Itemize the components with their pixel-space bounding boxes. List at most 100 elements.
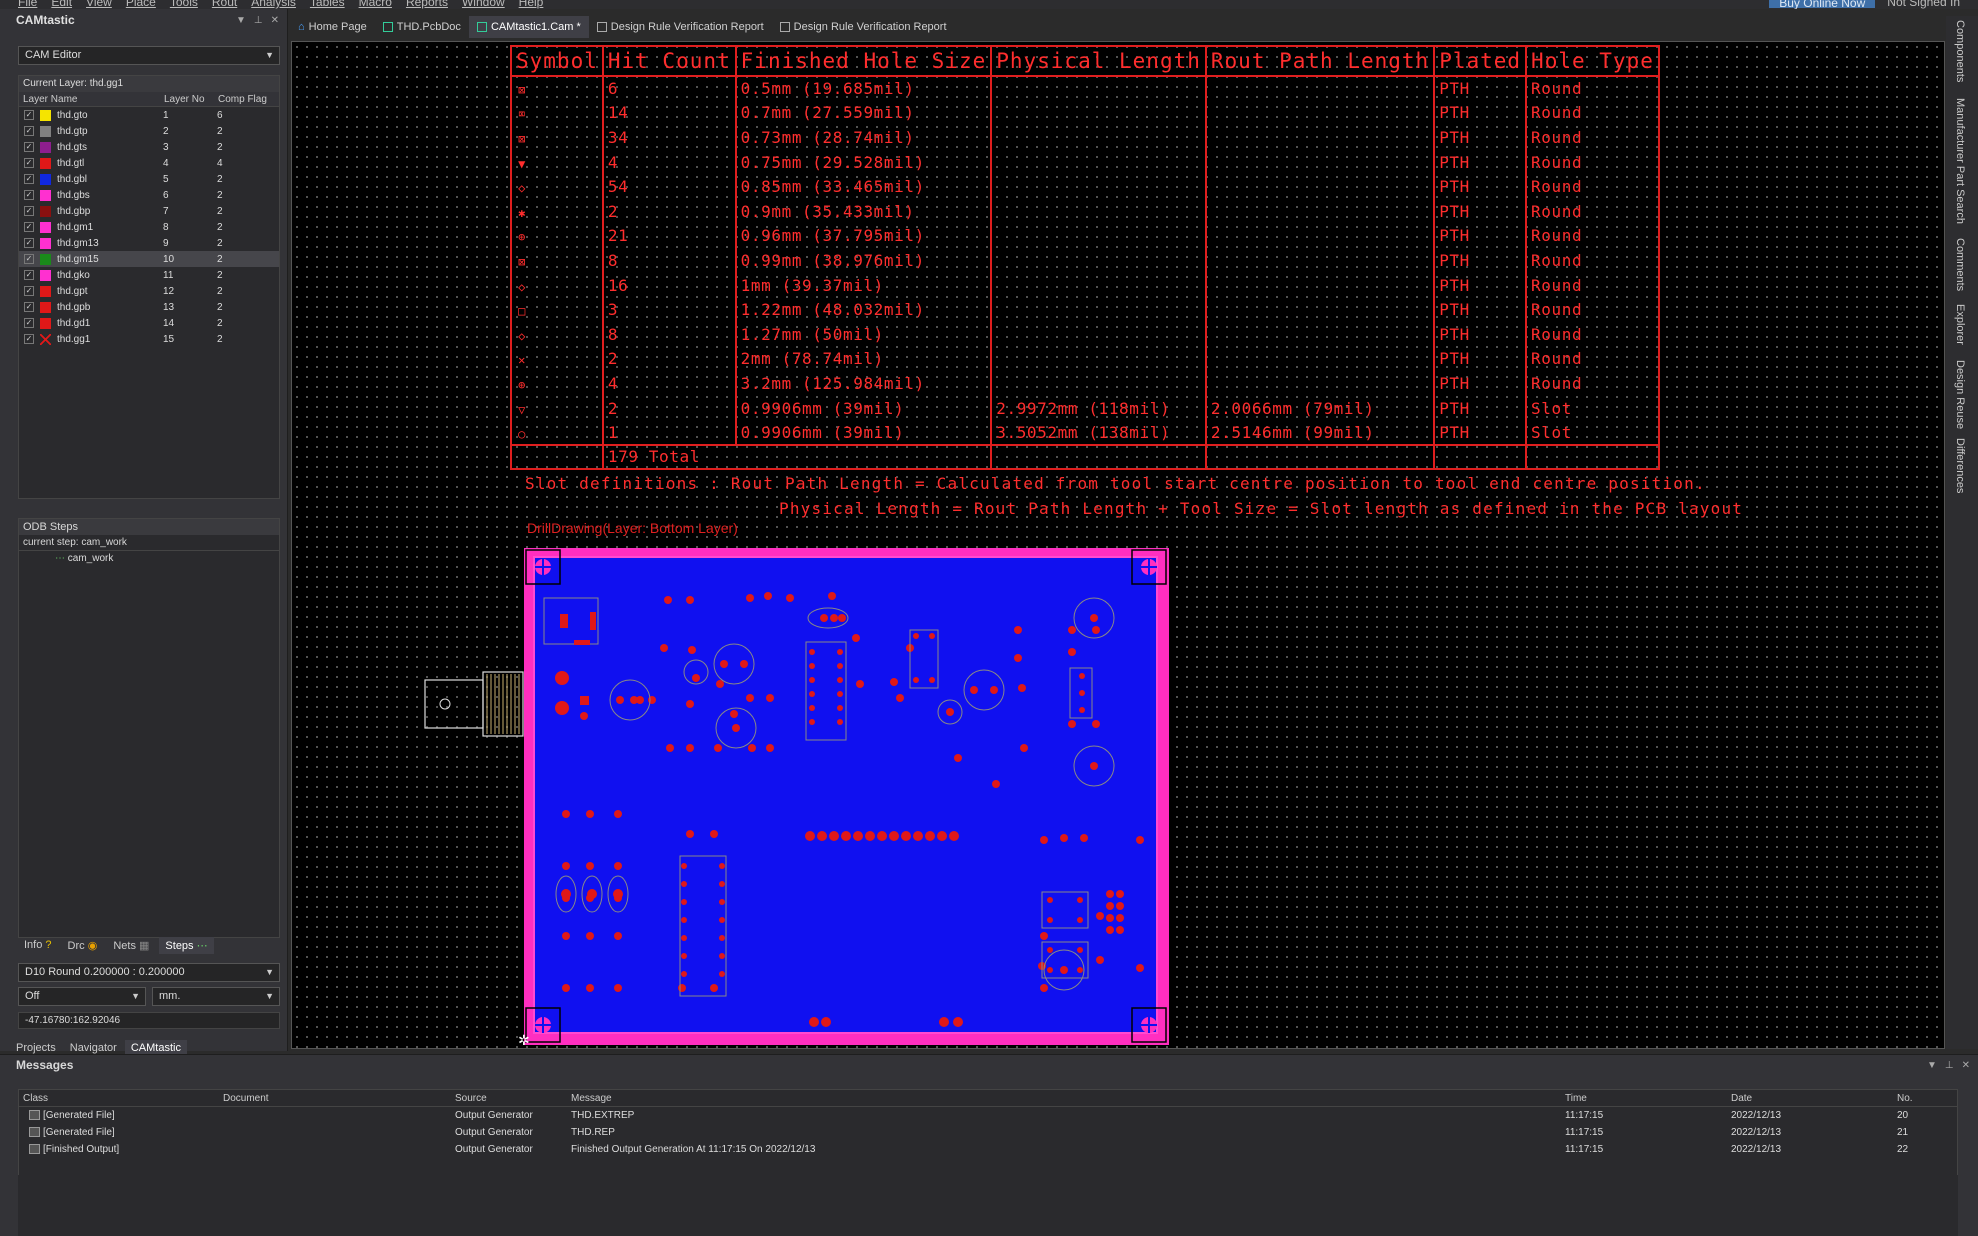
snap-select[interactable]: Off ▼	[18, 987, 146, 1006]
layer-row[interactable]: ✓ thd.gko 11 2	[19, 267, 279, 283]
layer-row[interactable]: ✓ thd.gg1 15 2	[19, 331, 279, 347]
layer-row[interactable]: ✓ thd.gpb 13 2	[19, 299, 279, 315]
layer-row[interactable]: ✓ thd.gtp 2 2	[19, 123, 279, 139]
tab-info[interactable]: Info ?	[18, 937, 58, 954]
menu-item-file[interactable]: File	[18, 0, 37, 9]
message-row[interactable]: [Generated File] Output Generator THD.EXTR…	[19, 1107, 1957, 1124]
pin-icon[interactable]: ⊥	[1945, 1055, 1954, 1076]
tab-drc[interactable]: Drc ◉	[62, 937, 104, 954]
layer-visibility-checkbox[interactable]: ✓	[24, 222, 34, 232]
tab-steps[interactable]: Steps ⋯	[159, 937, 214, 954]
layer-visibility-checkbox[interactable]: ✓	[24, 286, 34, 296]
buy-online-button[interactable]: Buy Online Now	[1769, 0, 1876, 9]
tab-camtastic-doc[interactable]: CAMtastic1.Cam *	[468, 16, 589, 38]
aperture-select[interactable]: D10 Round 0.200000 : 0.200000 ▼	[18, 963, 280, 982]
menu-item-analysis[interactable]: Analysis	[251, 0, 296, 9]
layer-row[interactable]: ✓ thd.gm15 10 2	[19, 251, 279, 267]
layer-visibility-checkbox[interactable]: ✓	[24, 126, 34, 136]
layer-color-swatch[interactable]	[40, 317, 51, 329]
layer-row[interactable]: ✓ thd.gd1 14 2	[19, 315, 279, 331]
side-tab-components[interactable]: Components	[1954, 20, 1966, 82]
col-time[interactable]: Time	[1561, 1090, 1727, 1106]
col-class[interactable]: Class	[19, 1090, 219, 1106]
col-message[interactable]: Message	[567, 1090, 1561, 1106]
layer-row[interactable]: ✓ thd.gm1 8 2	[19, 219, 279, 235]
tab-drc-report-2[interactable]: Design Rule Verification Report	[772, 16, 955, 38]
layer-color-swatch[interactable]	[40, 109, 51, 121]
layer-visibility-checkbox[interactable]: ✓	[24, 174, 34, 184]
menu-item-reports[interactable]: Reports	[406, 0, 448, 9]
side-tab-manufacturer-part-search[interactable]: Manufacturer Part Search	[1954, 98, 1966, 224]
col-layer-name[interactable]: Layer Name	[19, 92, 164, 106]
layer-row[interactable]: ✓ thd.gbs 6 2	[19, 187, 279, 203]
layer-visibility-checkbox[interactable]: ✓	[24, 142, 34, 152]
close-icon[interactable]: ✕	[271, 15, 279, 26]
close-icon[interactable]: ✕	[1962, 1055, 1970, 1076]
layer-visibility-checkbox[interactable]: ✓	[24, 254, 34, 264]
layer-row[interactable]: ✓ thd.gm13 9 2	[19, 235, 279, 251]
menu-item-rout[interactable]: Rout	[212, 0, 237, 9]
menu-item-window[interactable]: Window	[462, 0, 505, 9]
layer-visibility-checkbox[interactable]: ✓	[24, 158, 34, 168]
panel-menu-icon[interactable]: ▼	[1927, 1055, 1937, 1076]
tab-pcbdoc[interactable]: THD.PcbDoc	[375, 16, 469, 38]
layer-row[interactable]: ✓ thd.gto 1 6	[19, 107, 279, 123]
col-date[interactable]: Date	[1727, 1090, 1893, 1106]
layer-visibility-checkbox[interactable]: ✓	[24, 302, 34, 312]
side-tab-explorer[interactable]: Explorer	[1954, 304, 1966, 345]
layer-color-swatch[interactable]	[40, 333, 51, 345]
col-layer-no[interactable]: Layer No	[164, 92, 218, 106]
menu-item-place[interactable]: Place	[126, 0, 156, 9]
layer-color-swatch[interactable]	[40, 205, 51, 217]
units-select[interactable]: mm. ▼	[152, 987, 280, 1006]
menu-item-macro[interactable]: Macro	[359, 0, 392, 9]
menu-item-view[interactable]: View	[86, 0, 112, 9]
layer-row[interactable]: ✓ thd.gtl 4 4	[19, 155, 279, 171]
layer-row[interactable]: ✓ thd.gpt 12 2	[19, 283, 279, 299]
layer-color-swatch[interactable]	[40, 141, 51, 153]
col-comp-flag[interactable]: Comp Flag	[218, 92, 278, 106]
cam-canvas[interactable]: Symbol Hit Count Finished Hole Size Physica…	[291, 41, 1945, 1049]
layer-color-swatch[interactable]	[40, 301, 51, 313]
layer-visibility-checkbox[interactable]: ✓	[24, 110, 34, 120]
layer-color-swatch[interactable]	[40, 221, 51, 233]
tab-home-page[interactable]: ⌂ Home Page	[290, 16, 375, 38]
layer-visibility-checkbox[interactable]: ✓	[24, 206, 34, 216]
layer-row[interactable]: ✓ thd.gbp 7 2	[19, 203, 279, 219]
menu-item-edit[interactable]: Edit	[51, 0, 72, 9]
layer-visibility-checkbox[interactable]: ✓	[24, 238, 34, 248]
pcb-board[interactable]	[524, 548, 1169, 1045]
menu-item-tables[interactable]: Tables	[310, 0, 345, 9]
message-row[interactable]: [Finished Output] Output Generator Finishe…	[19, 1141, 1957, 1158]
layer-color-swatch[interactable]	[40, 269, 51, 281]
layer-color-swatch[interactable]	[40, 173, 51, 185]
panel-menu-icon[interactable]: ▼	[236, 15, 246, 26]
layer-color-swatch[interactable]	[40, 285, 51, 297]
sign-in-status[interactable]: Not Signed In	[1887, 0, 1960, 9]
layer-visibility-checkbox[interactable]: ✓	[24, 190, 34, 200]
pin-icon[interactable]: ⊥	[254, 15, 263, 26]
layer-visibility-checkbox[interactable]: ✓	[24, 270, 34, 280]
menu-item-help[interactable]: Help	[519, 0, 544, 9]
message-row[interactable]: [Generated File] Output Generator THD.REP 1…	[19, 1124, 1957, 1141]
layer-row[interactable]: ✓ thd.gts 3 2	[19, 139, 279, 155]
layer-color-swatch[interactable]	[40, 253, 51, 265]
step-item-cam-work[interactable]: ⋯ cam_work	[19, 551, 279, 567]
layer-color-swatch[interactable]	[40, 157, 51, 169]
layer-color-swatch[interactable]	[40, 125, 51, 137]
layer-color-swatch[interactable]	[40, 189, 51, 201]
layer-visibility-checkbox[interactable]: ✓	[24, 334, 34, 344]
col-no[interactable]: No.	[1893, 1090, 1943, 1106]
tab-nets[interactable]: Nets ▦	[107, 937, 155, 954]
layer-row[interactable]: ✓ thd.gbl 5 2	[19, 171, 279, 187]
tab-drc-report-1[interactable]: Design Rule Verification Report	[589, 16, 772, 38]
layer-visibility-checkbox[interactable]: ✓	[24, 318, 34, 328]
side-tab-design-reuse[interactable]: Design Reuse	[1954, 360, 1966, 429]
editor-mode-select[interactable]: CAM Editor ▼	[18, 46, 280, 65]
side-tab-comments[interactable]: Comments	[1954, 238, 1966, 291]
layer-color-swatch[interactable]	[40, 237, 51, 249]
side-tab-differences[interactable]: Differences	[1954, 438, 1966, 493]
col-document[interactable]: Document	[219, 1090, 451, 1106]
col-source[interactable]: Source	[451, 1090, 567, 1106]
menu-item-tools[interactable]: Tools	[170, 0, 198, 9]
